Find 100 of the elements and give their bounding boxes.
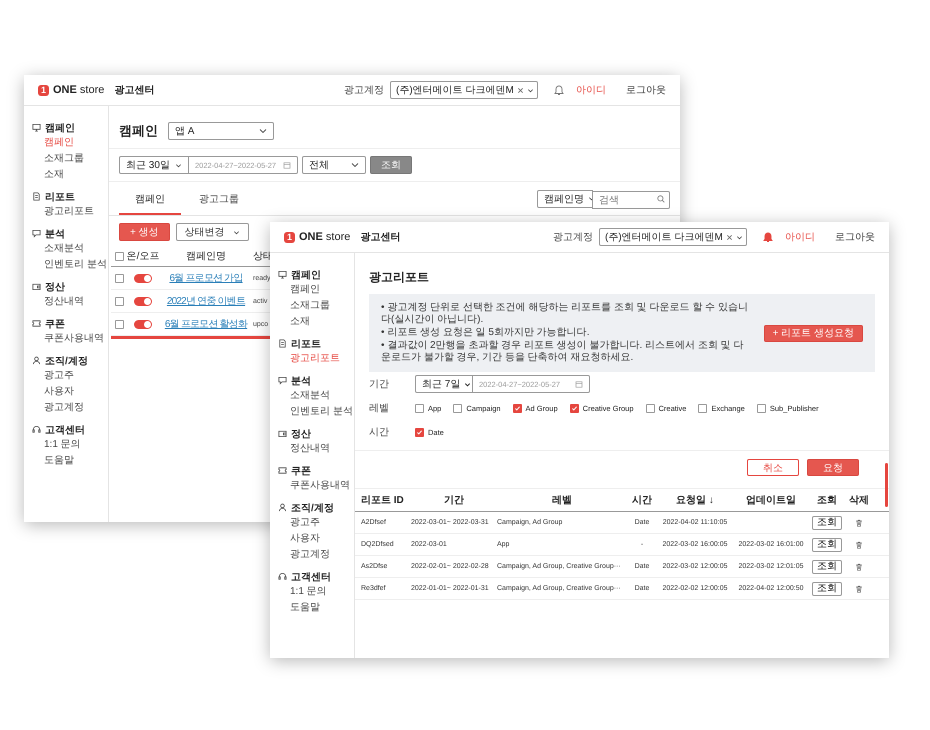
scrollbar[interactable] <box>885 463 888 507</box>
sidebar-item[interactable]: 캠페인 <box>270 282 320 298</box>
request-button[interactable]: 요청 <box>807 459 859 476</box>
period-select[interactable]: 최근 30일 <box>119 156 189 174</box>
logout-link[interactable]: 로그아웃 <box>835 230 875 244</box>
checkbox[interactable] <box>570 404 579 412</box>
campaign-link[interactable]: 6월 프로모션 활성화 <box>164 317 248 331</box>
view-button[interactable]: 조회 <box>812 516 842 530</box>
sidebar-heading[interactable]: 쿠폰 <box>291 464 311 478</box>
checkbox[interactable] <box>114 274 124 282</box>
checkbox[interactable] <box>415 428 424 436</box>
field-label: 레벨 <box>369 402 390 415</box>
sidebar-item[interactable]: 쿠폰사용내역 <box>24 331 104 347</box>
sidebar-heading[interactable]: 조직/계정 <box>45 354 88 368</box>
search-button[interactable]: 조회 <box>370 156 412 174</box>
sidebar-item[interactable]: 정산내역 <box>270 441 330 457</box>
create-button[interactable]: + 생성 <box>119 223 170 241</box>
toggle-switch[interactable] <box>134 274 152 282</box>
sidebar-item[interactable]: 사용자 <box>24 384 74 400</box>
column-header: 삭제 <box>848 494 870 507</box>
sidebar-heading[interactable]: 고객센터 <box>291 570 331 584</box>
logout-link[interactable]: 로그아웃 <box>626 83 666 97</box>
checkbox[interactable] <box>512 404 522 412</box>
sidebar-heading[interactable]: 리포트 <box>45 190 75 204</box>
sidebar-item[interactable]: 도움말 <box>270 600 320 616</box>
sidebar-item[interactable]: 광고주 <box>270 515 320 531</box>
sidebar-heading[interactable]: 쿠폰 <box>45 316 65 330</box>
view-button[interactable]: 조회 <box>812 538 842 552</box>
user-name[interactable]: 아이디 <box>576 83 606 97</box>
caret-icon <box>464 380 472 388</box>
checkbox[interactable] <box>453 404 462 412</box>
column-header: 업데이트일 <box>745 494 797 507</box>
sidebar-item[interactable]: 소재분석 <box>24 241 84 257</box>
sidebar-heading[interactable]: 분석 <box>45 226 65 240</box>
campaign-link[interactable]: 6월 프로모션 가입 <box>169 271 243 285</box>
checkbox[interactable] <box>756 404 766 412</box>
bell-icon[interactable] <box>763 232 773 242</box>
status-select[interactable]: 전체 <box>302 156 366 174</box>
app-select[interactable]: 앱 A <box>168 122 274 140</box>
sidebar-item[interactable]: 인벤토리 분석 <box>24 257 107 273</box>
checkbox[interactable] <box>114 296 124 306</box>
checkbox[interactable] <box>646 404 655 412</box>
sidebar-heading[interactable]: 조직/계정 <box>291 500 334 514</box>
sidebar-item[interactable]: 소재 <box>24 167 64 183</box>
toggle-switch[interactable] <box>134 296 152 306</box>
sidebar-item[interactable]: 소재 <box>270 314 310 330</box>
campaign-link[interactable]: 2022년 연중 이벤트 <box>166 294 246 308</box>
bell-icon[interactable] <box>554 84 564 96</box>
sidebar-item[interactable]: 광고계정 <box>270 547 330 563</box>
checkbox[interactable] <box>698 404 708 412</box>
person-icon <box>278 503 287 512</box>
sidebar-heading[interactable]: 캠페인 <box>291 268 321 282</box>
status-change-button[interactable]: 상태변경 <box>176 223 249 241</box>
sidebar-item[interactable]: 1:1 문의 <box>270 584 327 600</box>
sidebar-heading[interactable]: 캠페인 <box>45 120 75 134</box>
calendar-icon <box>575 380 583 388</box>
sidebar-heading[interactable]: 분석 <box>291 374 311 388</box>
search-field[interactable]: 검색 <box>592 191 670 209</box>
page-title: 광고리포트 <box>368 269 430 286</box>
toggle-switch[interactable] <box>134 320 152 328</box>
column-header: 조회 <box>816 494 838 507</box>
sidebar-heading[interactable]: 정산 <box>45 280 65 294</box>
sidebar-item[interactable]: 사용자 <box>270 531 320 547</box>
sidebar-item[interactable]: 광고리포트 <box>270 351 340 367</box>
sidebar-heading[interactable]: 리포트 <box>291 336 321 350</box>
period-select[interactable]: 최근 7일 <box>415 375 473 393</box>
tab[interactable]: 캠페인 <box>119 188 181 215</box>
sidebar-item[interactable]: 광고리포트 <box>24 204 94 220</box>
search-field-select[interactable]: 캠페인명 <box>537 190 593 208</box>
trash-icon[interactable] <box>855 562 863 570</box>
clear-icon[interactable] <box>726 234 733 240</box>
sidebar-item[interactable]: 캠페인 <box>24 135 74 151</box>
sidebar-item[interactable]: 1:1 문의 <box>24 437 81 453</box>
account-select[interactable]: (주)엔터메이트 다크에덴M <box>599 228 747 246</box>
cancel-button[interactable]: 취소 <box>747 459 799 476</box>
trash-icon[interactable] <box>855 584 863 592</box>
view-button[interactable]: 조회 <box>812 582 842 596</box>
sidebar-item[interactable]: 소재그룹 <box>24 151 84 167</box>
sidebar-heading[interactable]: 정산 <box>291 426 311 440</box>
wallet-icon <box>278 429 287 438</box>
sidebar-item[interactable]: 쿠폰사용내역 <box>270 478 350 494</box>
checkbox[interactable] <box>114 252 124 260</box>
user-name[interactable]: 아이디 <box>785 230 815 244</box>
sidebar-item[interactable]: 소재분석 <box>270 388 330 404</box>
checkbox[interactable] <box>415 404 424 412</box>
tab[interactable]: 광고그룹 <box>183 188 255 215</box>
sidebar-item[interactable]: 도움말 <box>24 453 74 469</box>
sidebar-item[interactable]: 광고계정 <box>24 400 84 416</box>
sidebar-item[interactable]: 소재그룹 <box>270 298 330 314</box>
sidebar-item[interactable]: 인벤토리 분석 <box>270 404 353 420</box>
view-button[interactable]: 조회 <box>812 560 842 574</box>
clear-icon[interactable] <box>516 86 524 94</box>
trash-icon[interactable] <box>855 518 863 526</box>
create-report-button[interactable]: + 리포트 생성요청 <box>764 324 863 342</box>
trash-icon[interactable] <box>855 540 863 548</box>
sidebar-item[interactable]: 광고주 <box>24 368 74 384</box>
sidebar-item[interactable]: 정산내역 <box>24 294 84 310</box>
checkbox[interactable] <box>114 320 124 328</box>
account-select[interactable]: (주)엔터메이트 다크에덴M <box>390 81 538 99</box>
sidebar-heading[interactable]: 고객센터 <box>45 422 85 436</box>
